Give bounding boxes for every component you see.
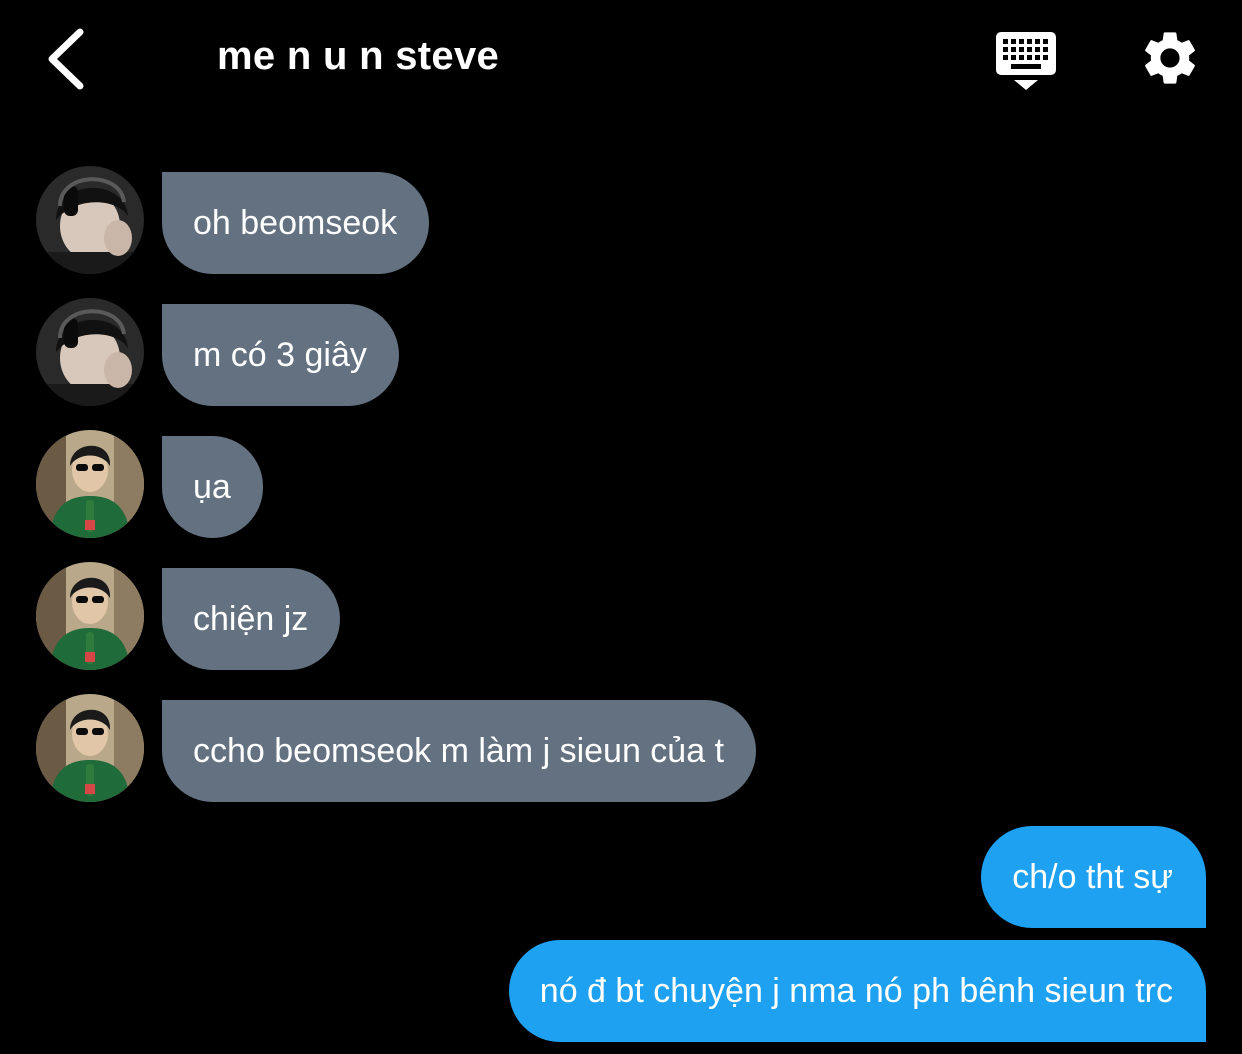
avatar[interactable] (36, 298, 144, 406)
message-text: chiện jz (193, 599, 309, 638)
message-list[interactable]: oh beomseok m có 3 giây ụa chiện jz ccho… (0, 0, 1242, 1054)
message-text: oh beomseok (193, 203, 398, 242)
message-text: ccho beomseok m làm j sieun của t (193, 731, 725, 770)
avatar[interactable] (36, 562, 144, 670)
message-bubble[interactable]: chiện jz (162, 568, 341, 670)
message-text: ch/o tht sự (1012, 857, 1173, 896)
message-bubble[interactable]: m có 3 giây (162, 304, 399, 406)
avatar[interactable] (36, 430, 144, 538)
message-bubble[interactable]: ccho beomseok m làm j sieun của t (162, 700, 757, 802)
message-text: nó đ bt chuyện j nma nó ph bênh sieun tr… (539, 971, 1173, 1010)
message-bubble-outgoing[interactable]: nó đ bt chuyện j nma nó ph bênh sieun tr… (508, 940, 1206, 1042)
avatar[interactable] (36, 694, 144, 802)
avatar[interactable] (36, 166, 144, 274)
message-text: ụa (193, 467, 231, 506)
message-bubble-outgoing[interactable]: ch/o tht sự (981, 826, 1206, 928)
message-text: m có 3 giây (193, 335, 367, 374)
message-bubble[interactable]: ụa (162, 436, 263, 538)
message-bubble[interactable]: oh beomseok (162, 172, 430, 274)
